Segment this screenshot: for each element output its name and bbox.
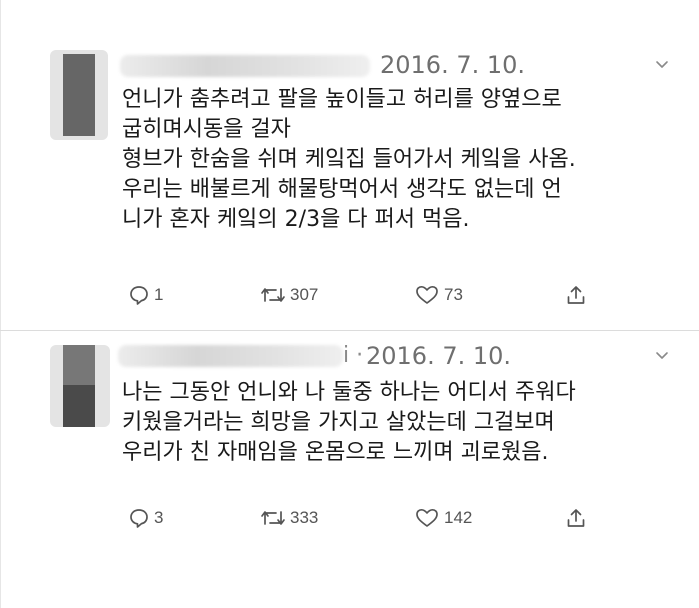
retweet-button[interactable]: 307: [260, 280, 318, 310]
avatar-censor-block: [63, 385, 95, 427]
retweet-count: 307: [290, 285, 319, 304]
like-button[interactable]: 73: [414, 280, 463, 310]
tweet-text-line: 키웠을거라는 희망을 가지고 살았는데 그걸보며: [122, 410, 555, 435]
heart-icon: [414, 284, 440, 306]
tweet-date[interactable]: 2016. 7. 10.: [380, 51, 525, 79]
author-handle-fragment: i ·: [343, 343, 364, 368]
like-count: 142: [444, 508, 473, 527]
share-icon: [565, 284, 587, 306]
tweet-text-line: 형브가 한숨을 쉬며 케잌집 들어가서 케잌을 사옴.: [122, 147, 576, 172]
reply-count: 1: [154, 285, 164, 304]
tweet-text-line: 굽히며시동을 걸자: [122, 117, 291, 142]
reply-button[interactable]: 3: [128, 503, 163, 533]
heart-icon: [414, 507, 440, 529]
avatar-censor-block: [63, 345, 95, 385]
retweet-icon: [260, 284, 286, 306]
tweet-text-line: 우리가 친 자매임을 온몸으로 느끼며 괴로웠음.: [122, 440, 549, 465]
share-icon: [565, 507, 587, 529]
tweet-card[interactable]: i · 2016. 7. 10. 나는 그동안 언니와 나 둘중 하나는 어디서…: [0, 331, 699, 608]
tweet-date[interactable]: 2016. 7. 10.: [366, 342, 511, 370]
author-name-blurred[interactable]: [120, 55, 370, 77]
tweet-actions: 1 307 73: [128, 280, 598, 310]
retweet-count: 333: [290, 508, 319, 527]
tweet-text: 언니가 춤추려고 팔을 높이들고 허리를 양옆으로 굽히며시동을 걸자 형브가 …: [122, 85, 682, 235]
avatar[interactable]: [50, 50, 108, 140]
chevron-down-icon[interactable]: [655, 57, 669, 71]
chevron-down-icon[interactable]: [655, 348, 669, 362]
retweet-icon: [260, 507, 286, 529]
tweet-text: 나는 그동안 언니와 나 둘중 하나는 어디서 주워다 키웠을거라는 희망을 가…: [122, 378, 682, 468]
like-button[interactable]: 142: [414, 503, 472, 533]
share-button[interactable]: [565, 280, 587, 310]
retweet-button[interactable]: 333: [260, 503, 318, 533]
reply-icon: [128, 284, 150, 306]
author-name-blurred[interactable]: [118, 345, 343, 367]
reply-icon: [128, 507, 150, 529]
reply-button[interactable]: 1: [128, 280, 163, 310]
reply-count: 3: [154, 508, 164, 527]
like-count: 73: [444, 285, 463, 304]
avatar[interactable]: [50, 345, 110, 427]
avatar-censor-block: [63, 54, 95, 136]
tweet-text-line: 우리는 배불르게 해물탕먹어서 생각도 없는데 언: [122, 177, 562, 202]
tweet-card[interactable]: 2016. 7. 10. 언니가 춤추려고 팔을 높이들고 허리를 양옆으로 굽…: [0, 0, 699, 330]
tweet-text-line: 니가 혼자 케잌의 2/3을 다 퍼서 먹음.: [122, 207, 470, 232]
tweet-text-line: 언니가 춤추려고 팔을 높이들고 허리를 양옆으로: [122, 87, 562, 112]
tweet-actions: 3 333 142: [128, 503, 598, 533]
tweet-text-line: 나는 그동안 언니와 나 둘중 하나는 어디서 주워다: [122, 380, 576, 405]
share-button[interactable]: [565, 503, 587, 533]
